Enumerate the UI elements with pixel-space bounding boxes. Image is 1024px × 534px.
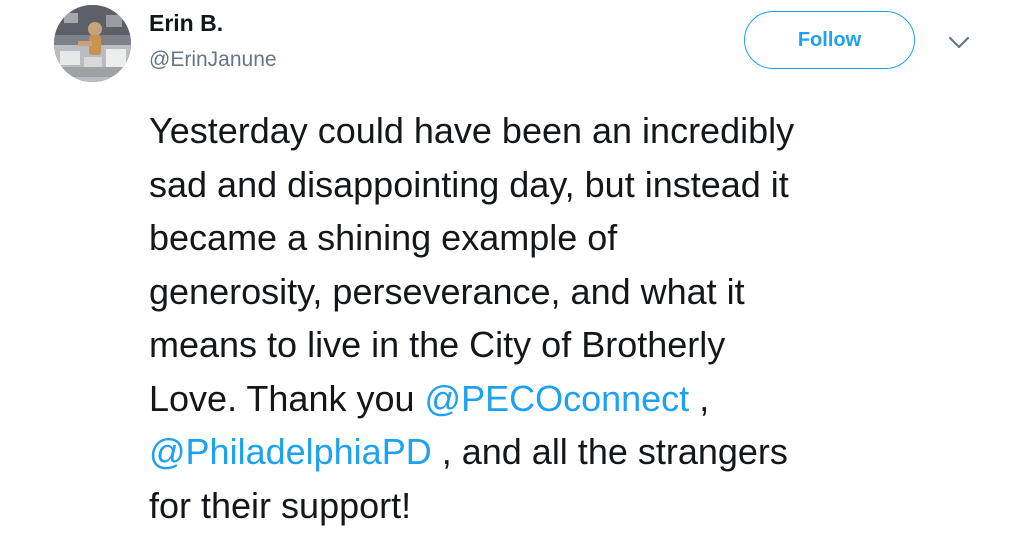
tweet-line: sad and disappointing day, but instead i… [149,163,789,205]
avatar-photo-icon [54,5,131,82]
tweet-line: generosity, perseverance, and what it [149,270,745,312]
tweet-line: means to live in the City of Brotherly [149,324,726,365]
tweet-line: became a shining example of [149,217,618,258]
tweet-line-text: , and all the strangers [431,431,788,472]
tweet-card: Erin B. @ErinJanune Follow Yesterday cou… [0,0,1024,534]
tweet-line-mixed: @PhiladelphiaPD , and all the strangers [149,425,999,479]
tweet-text: Yesterday could have been an incredibly … [149,104,999,532]
author-name[interactable]: Erin B. [149,9,223,37]
mention-link-peco[interactable]: @PECOconnect [425,378,690,419]
tweet-line-mixed: Love. Thank you @PECOconnect , [149,372,999,426]
chevron-down-icon [948,36,970,49]
tweet-line-text: Love. Thank you [149,377,425,419]
tweet-menu-button[interactable] [946,33,972,53]
author-avatar[interactable] [54,5,131,82]
tweet-line-text: , [689,377,710,419]
author-handle[interactable]: @ErinJanune [149,47,277,73]
tweet-line: Yesterday could have been an incredibly [149,110,795,151]
mention-link-philadelphiapd[interactable]: @PhiladelphiaPD [149,431,432,472]
tweet-line: for their support! [149,484,412,526]
follow-button[interactable]: Follow [744,11,915,69]
